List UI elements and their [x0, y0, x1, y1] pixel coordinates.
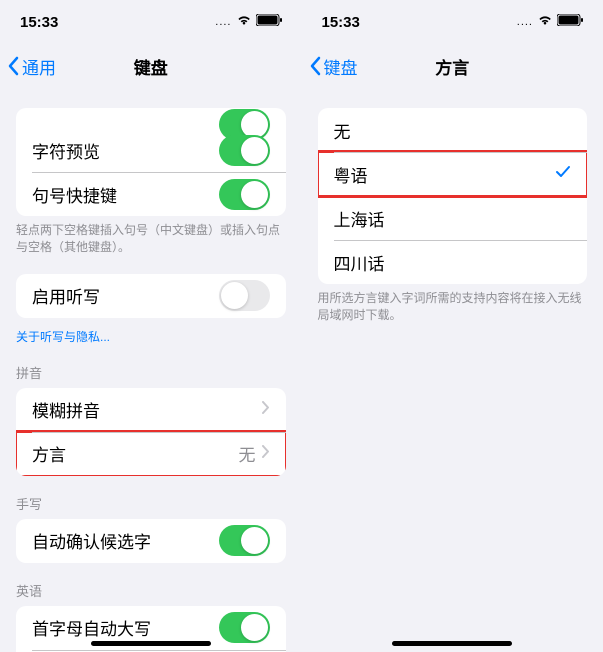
- label: 粤语: [334, 162, 368, 187]
- label: 无: [334, 118, 351, 143]
- screen-dialect-selection: 15:33 .... 键盘 方言 无 粤语 上海话: [302, 0, 603, 652]
- nav-title: 方言: [435, 54, 469, 79]
- row-shanghainese[interactable]: 上海话: [318, 196, 588, 240]
- toggle-dictation[interactable]: [219, 280, 270, 311]
- chevron-right-icon: [262, 401, 270, 419]
- row-none[interactable]: 无: [318, 108, 588, 152]
- check-icon: [555, 164, 571, 185]
- wifi-icon: [537, 13, 553, 31]
- label: 自动确认候选字: [32, 528, 151, 553]
- row-cantonese[interactable]: 粤语: [318, 152, 588, 196]
- back-button[interactable]: 通用: [8, 54, 56, 79]
- home-indicator[interactable]: [91, 641, 211, 646]
- back-label: 键盘: [324, 54, 358, 79]
- status-time: 15:33: [322, 14, 360, 31]
- back-button[interactable]: 键盘: [310, 54, 358, 79]
- footer-text: 用所选方言键入字词所需的支持内容将在接入无线局域网时下载。: [302, 284, 603, 324]
- nav-bar: 键盘 方言: [302, 44, 603, 88]
- row-auto-confirm[interactable]: 自动确认候选字: [16, 519, 286, 563]
- nav-bar: 通用 键盘: [0, 44, 302, 88]
- back-label: 通用: [22, 54, 56, 79]
- section-english: 英语: [0, 563, 302, 606]
- home-indicator[interactable]: [392, 641, 512, 646]
- footer-text: 轻点两下空格键插入句号（中文键盘）或插入句点与空格（其他键盘）。: [0, 216, 302, 256]
- label: 四川话: [334, 250, 385, 275]
- status-bar: 15:33 ....: [302, 0, 603, 44]
- battery-icon: [557, 13, 583, 31]
- toggle-auto-confirm[interactable]: [219, 525, 270, 556]
- status-icons: ....: [215, 13, 281, 31]
- label: 方言: [32, 441, 66, 466]
- label: 首字母自动大写: [32, 615, 151, 640]
- row-period-shortcut[interactable]: 句号快捷键: [16, 172, 286, 216]
- partial-row-top: [16, 108, 286, 128]
- row-fuzzy-pinyin[interactable]: 模糊拼音: [16, 388, 286, 432]
- group-dialects: 无 粤语 上海话 四川话: [318, 108, 588, 284]
- toggle-char-preview[interactable]: [219, 135, 270, 166]
- row-enable-dictation[interactable]: 启用听写: [16, 274, 286, 318]
- section-handwriting: 手写: [0, 476, 302, 519]
- chevron-right-icon: [262, 445, 270, 463]
- wifi-icon: [236, 13, 252, 31]
- status-time: 15:33: [20, 14, 58, 31]
- screen-keyboard-settings: 15:33 .... 通用 键盘 字符预览 句号快捷键: [0, 0, 302, 652]
- label: 字符预览: [32, 138, 100, 163]
- dictation-privacy-link[interactable]: 关于听写与隐私...: [0, 318, 302, 345]
- value: 无: [239, 441, 256, 466]
- battery-icon: [256, 13, 282, 31]
- cellular-icon: ....: [215, 16, 231, 28]
- status-bar: 15:33 ....: [0, 0, 302, 44]
- label: 模糊拼音: [32, 397, 100, 422]
- label: 句号快捷键: [32, 182, 117, 207]
- group-1: 字符预览 句号快捷键: [16, 128, 286, 216]
- toggle-auto-cap[interactable]: [219, 612, 270, 643]
- row-dialect[interactable]: 方言 无: [16, 432, 286, 476]
- group-pinyin: 模糊拼音 方言 无: [16, 388, 286, 476]
- status-icons: ....: [517, 13, 583, 31]
- group-handwriting: 自动确认候选字: [16, 519, 286, 563]
- content: 字符预览 句号快捷键 轻点两下空格键插入句号（中文键盘）或插入句点与空格（其他键…: [0, 88, 302, 652]
- cellular-icon: ....: [517, 16, 533, 28]
- label: 上海话: [334, 206, 385, 231]
- label: 启用听写: [32, 283, 100, 308]
- section-pinyin: 拼音: [0, 345, 302, 388]
- group-dictation: 启用听写: [16, 274, 286, 318]
- row-sichuanese[interactable]: 四川话: [318, 240, 588, 284]
- content: 无 粤语 上海话 四川话 用所选方言键入字词所需的支持内容将在接入无线局域网时下…: [302, 88, 603, 652]
- toggle-period-shortcut[interactable]: [219, 179, 270, 210]
- nav-title: 键盘: [134, 54, 168, 79]
- row-char-preview[interactable]: 字符预览: [16, 128, 286, 172]
